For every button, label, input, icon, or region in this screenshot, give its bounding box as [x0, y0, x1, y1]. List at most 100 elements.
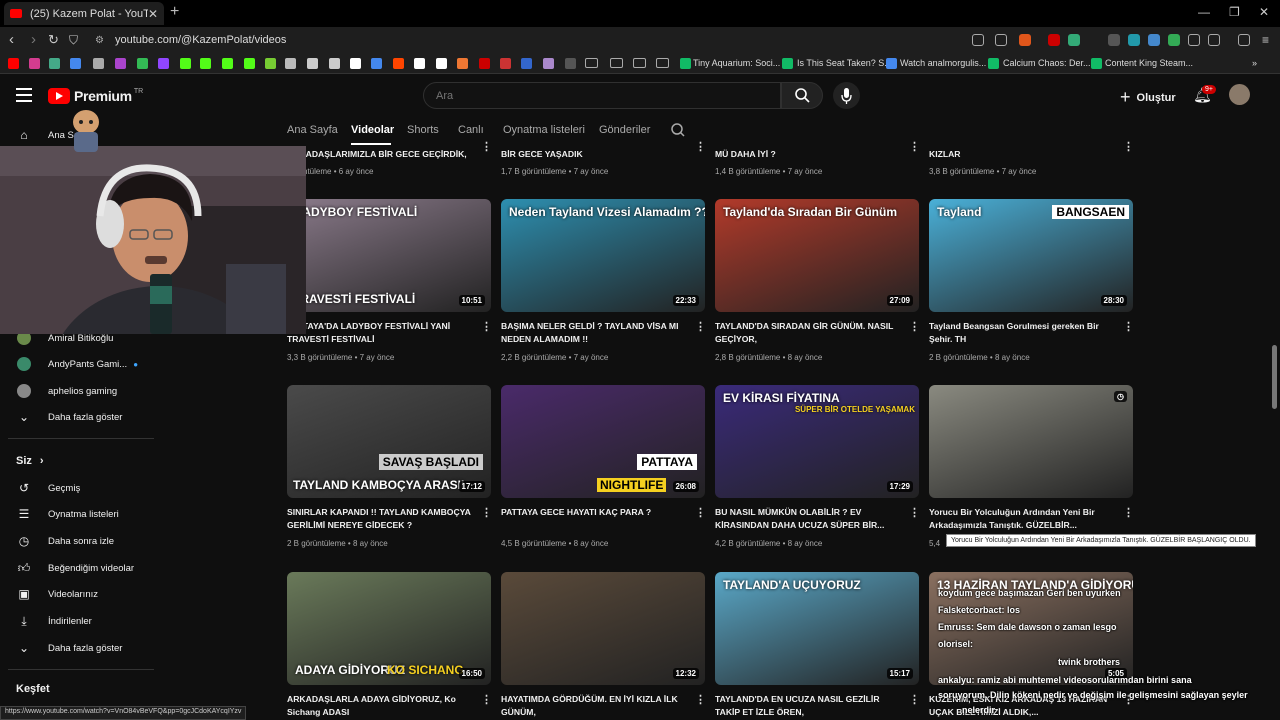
create-button[interactable]: + Oluştur	[1120, 87, 1176, 108]
video-title[interactable]: MÜ DAHA İYİ ?	[715, 148, 905, 161]
brave-shield-icon[interactable]	[1019, 34, 1031, 46]
more-options-icon[interactable]: ⋮	[1123, 320, 1134, 333]
sidebar-item-playlists[interactable]: ☰ Oynatma listeleri	[0, 503, 154, 525]
extension-icon[interactable]	[1108, 34, 1120, 46]
more-options-icon[interactable]: ⋮	[695, 320, 706, 333]
more-options-icon[interactable]: ⋮	[481, 693, 492, 706]
minimize-icon[interactable]: ―	[1198, 5, 1210, 19]
sidebar-section-you[interactable]: Siz ›	[0, 450, 154, 472]
sidebar-channel[interactable]: aphelios gaming	[0, 380, 154, 402]
bookmark-icon[interactable]	[244, 58, 255, 69]
folder-icon[interactable]	[656, 58, 669, 68]
video-thumbnail[interactable]: Tayland BANGSAEN 28:30	[929, 199, 1133, 312]
bookmark-icon[interactable]	[329, 58, 340, 69]
more-options-icon[interactable]: ⋮	[695, 693, 706, 706]
back-icon[interactable]: ‹	[9, 31, 14, 48]
bookmark-link[interactable]: Is This Seat Taken? S...	[797, 58, 892, 68]
video-title[interactable]: BU NASIL MÜMKÜN OLABİLİR ? EV KİRASINDAN…	[715, 506, 905, 532]
more-options-icon[interactable]: ⋮	[695, 140, 706, 153]
youtube-premium-logo[interactable]: Premium TR	[48, 88, 143, 104]
video-title[interactable]: Yorucu Bir Yolculuğun Ardından Yeni Bir …	[929, 506, 1119, 532]
steam-icon[interactable]	[1091, 58, 1102, 69]
sidebar-item-liked[interactable]: 👍︎ Beğendiğim videolar	[0, 557, 154, 579]
more-options-icon[interactable]: ⋮	[1123, 140, 1134, 153]
more-options-icon[interactable]: ⋮	[909, 320, 920, 333]
folder-icon[interactable]	[633, 58, 646, 68]
more-options-icon[interactable]: ⋮	[481, 140, 492, 153]
bookmark-icon[interactable]	[115, 58, 126, 69]
more-options-icon[interactable]: ⋮	[909, 140, 920, 153]
steam-icon[interactable]	[988, 58, 999, 69]
bookmark-icon[interactable]	[180, 58, 191, 69]
video-title[interactable]: SINIRLAR KAPANDI !! TAYLAND KAMBOÇYA GER…	[287, 506, 477, 532]
video-thumbnail[interactable]: SAVAŞ BAŞLADI TAYLAND KAMBOÇYA ARASII 17:1…	[287, 385, 491, 498]
bookmark-link[interactable]: Tiny Aquarium: Soci...	[693, 58, 780, 68]
close-tab-icon[interactable]: ✕	[148, 7, 158, 21]
video-title[interactable]: PATTAYA'DA LADYBOY FESTİVALİ YANİ TRAVES…	[287, 320, 477, 346]
steam-icon[interactable]	[782, 58, 793, 69]
bookmark-icon[interactable]	[49, 58, 60, 69]
show-more-channels[interactable]: ⌄ Daha fazla göster	[0, 406, 154, 428]
maximize-icon[interactable]: ❐	[1229, 5, 1240, 19]
bookmark-link[interactable]: Watch analmorgulis...	[900, 58, 986, 68]
hamburger-menu-icon[interactable]	[16, 88, 32, 102]
more-options-icon[interactable]: ⋮	[695, 506, 706, 519]
new-tab-button[interactable]: +	[170, 3, 179, 21]
extension-icon[interactable]	[1128, 34, 1140, 46]
extension-icon[interactable]	[1048, 34, 1060, 46]
video-thumbnail[interactable]: ADAYA GİDİYORUZ KO SICHANG 16:50	[287, 572, 491, 685]
more-options-icon[interactable]: ⋮	[481, 320, 492, 333]
sidebar-item-watch-later[interactable]: ◷ Daha sonra izle	[0, 530, 154, 552]
sidebar-channel[interactable]: AndyPants Gami... ●	[0, 353, 154, 375]
video-thumbnail[interactable]: TAYLAND'A UÇUYORUZ 15:17	[715, 572, 919, 685]
video-thumbnail[interactable]: Neden Tayland Vizesi Alamadım ?? 22:33	[501, 199, 705, 312]
extension-icon[interactable]	[1068, 34, 1080, 46]
tab-videos[interactable]: Videolar	[351, 124, 394, 136]
sidebar-icon[interactable]	[1208, 34, 1220, 46]
folder-icon[interactable]	[585, 58, 598, 68]
more-bookmarks-icon[interactable]: »	[1252, 58, 1257, 68]
search-button[interactable]	[781, 82, 823, 109]
bookmark-icon[interactable]	[457, 58, 468, 69]
sidebar-item-show-more[interactable]: ⌄ Daha fazla göster	[0, 637, 154, 659]
search-input[interactable]	[423, 82, 781, 109]
more-options-icon[interactable]: ⋮	[481, 506, 492, 519]
channel-search-icon[interactable]	[670, 122, 686, 138]
bookmark-icon[interactable]	[479, 58, 490, 69]
video-title[interactable]: BİR GECE YAŞADIK	[501, 148, 691, 161]
sidebar-item-your-videos[interactable]: ▣ Videolarınız	[0, 583, 154, 605]
video-thumbnail[interactable]: PATTAYA NIGHTLIFE 26:08	[501, 385, 705, 498]
screen-icon[interactable]	[972, 34, 984, 46]
bookmark-icon[interactable]	[886, 58, 897, 69]
tab-playlists[interactable]: Oynatma listeleri	[503, 124, 585, 136]
url-field[interactable]: youtube.com/@KazemPolat/videos	[115, 34, 286, 46]
bookmark-icon[interactable]	[371, 58, 382, 69]
tab-posts[interactable]: Gönderiler	[599, 124, 650, 136]
video-title[interactable]: ARKADAŞLARLA ADAYA GİDİYORUZ, Ko Sichang…	[287, 693, 477, 719]
bookmark-link[interactable]: Calcium Chaos: Der...	[1003, 58, 1091, 68]
sidebar-item-history[interactable]: ↺ Geçmiş	[0, 477, 154, 499]
sidebar-item-downloads[interactable]: ⤓ İndirilenler	[0, 610, 154, 632]
bookmark-icon[interactable]	[8, 58, 19, 69]
bookmark-icon[interactable]	[565, 58, 576, 69]
close-window-icon[interactable]: ✕	[1259, 5, 1269, 19]
tab-live[interactable]: Canlı	[458, 124, 484, 136]
tab-home[interactable]: Ana Sayfa	[287, 124, 338, 136]
extension-icon[interactable]	[1168, 34, 1180, 46]
steam-icon[interactable]	[680, 58, 691, 69]
video-title[interactable]: HAYATIMDA GÖRDÜĞÜM. EN İYİ KIZLA İLK GÜN…	[501, 693, 691, 719]
video-thumbnail[interactable]: LADYBOY FESTİVALİ TRAVESTİ FESTİVALİ 10:51	[287, 199, 491, 312]
x-icon[interactable]	[350, 58, 361, 69]
reload-icon[interactable]: ↻	[48, 32, 59, 48]
extension-icon[interactable]	[1148, 34, 1160, 46]
bookmark-icon[interactable]	[29, 58, 40, 69]
bookmark-icon[interactable]	[200, 58, 211, 69]
extension-icon[interactable]	[1188, 34, 1200, 46]
more-options-icon[interactable]: ⋮	[909, 693, 920, 706]
bookmark-icon[interactable]	[414, 58, 425, 69]
bookmark-icon[interactable]	[543, 58, 554, 69]
browser-tab[interactable]: (25) Kazem Polat - YouTube ✕	[4, 2, 164, 25]
bookmark-icon[interactable]	[158, 58, 169, 69]
amazon-icon[interactable]	[436, 58, 447, 69]
bookmark-icon[interactable]	[93, 58, 104, 69]
